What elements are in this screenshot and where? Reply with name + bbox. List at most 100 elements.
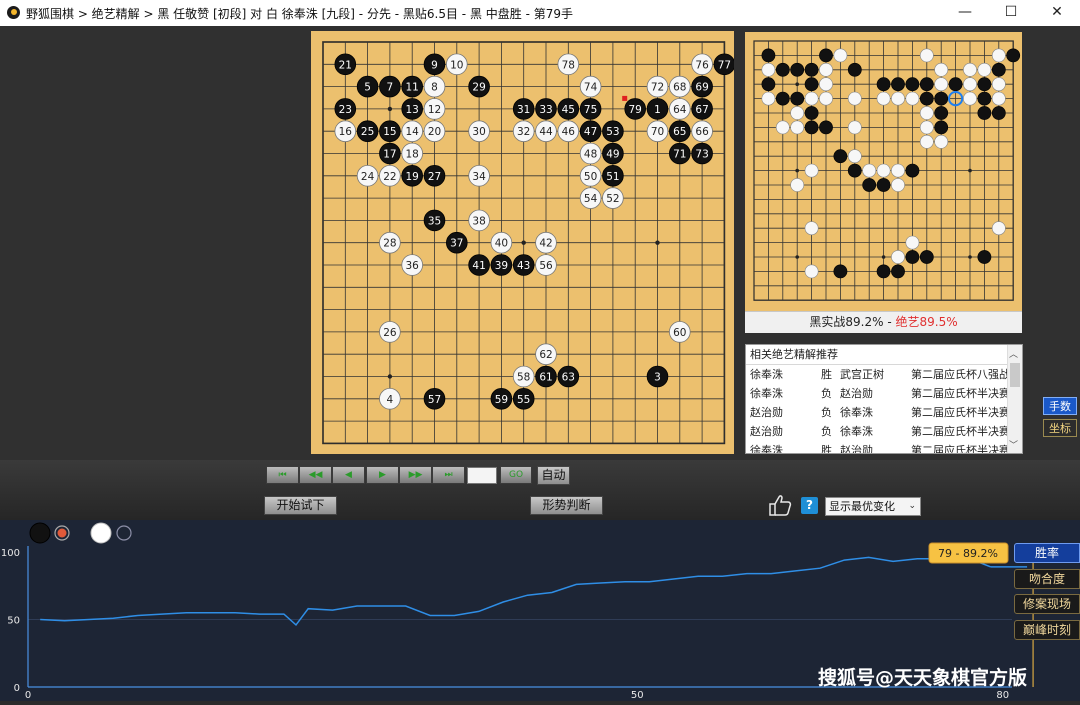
move-number: 13 [406, 104, 419, 116]
go-button[interactable]: GO [500, 466, 532, 484]
move-number: 77 [718, 59, 731, 71]
move-number: 62 [539, 349, 552, 361]
black-stone [876, 77, 891, 92]
white-stone [977, 62, 992, 77]
first-move-button[interactable]: ⏮ [266, 466, 299, 484]
chevron-down-icon[interactable]: ﹀ [1009, 438, 1018, 451]
black-stone [804, 120, 819, 135]
move-number: 26 [383, 327, 397, 339]
player-one: 徐奉洙 [750, 368, 783, 381]
tab-peak-moment[interactable]: 巅峰时刻 [1014, 620, 1080, 640]
black-stone [862, 178, 877, 192]
coordinates-toggle[interactable]: 坐标 [1043, 419, 1077, 437]
move-numbers-toggle[interactable]: 手数 [1043, 397, 1077, 415]
player-two: 徐奉洙 [840, 425, 873, 438]
black-stone [977, 91, 992, 106]
move-number: 36 [406, 260, 420, 272]
move-number: 19 [406, 171, 419, 183]
move-number: 79 [629, 104, 642, 116]
move-number: 57 [428, 394, 441, 406]
list-item[interactable]: 徐奉洙 负 赵治勋 第二届应氏杯半决赛 [746, 384, 1022, 403]
white-stone [804, 91, 819, 106]
close-button[interactable]: ✕ [1034, 0, 1080, 26]
star-point [795, 82, 799, 86]
black-stone [934, 106, 949, 120]
game-result: 负 [821, 425, 832, 438]
black-stone [919, 91, 934, 106]
move-number: 1 [654, 104, 661, 116]
black-stone [891, 264, 905, 279]
black-stone [919, 77, 934, 92]
list-item[interactable]: 赵治勋 负 徐奉洙 第二届应氏杯半决赛 [746, 403, 1022, 422]
black-stone [905, 77, 920, 92]
black-stone [819, 48, 833, 63]
black-stone [847, 62, 862, 77]
back-button[interactable]: ◀ [332, 466, 365, 484]
move-number-input[interactable] [467, 467, 497, 484]
title-bar: 野狐围棋 > 绝艺精解 > 黑 任敬赞 [初段] 对 白 徐奉洙 [九段] - … [0, 0, 1080, 27]
tab-turning-point[interactable]: 修案现场 [1014, 594, 1080, 614]
black-stone [804, 106, 819, 120]
black-stone [1006, 48, 1021, 63]
black-stone [991, 62, 1006, 77]
game-result: 胜 [821, 444, 832, 454]
forward-ten-button[interactable]: ▶▶ [399, 466, 432, 484]
list-scrollbar[interactable]: ︿ ﹀ [1007, 345, 1022, 453]
auto-play-button[interactable]: 自动 [537, 466, 570, 485]
scrollbar-thumb[interactable] [1010, 363, 1020, 387]
white-stone [934, 134, 949, 149]
variation-dropdown[interactable]: 显示最优变化 ⌄ [825, 497, 921, 516]
thumbs-up-icon[interactable] [768, 494, 792, 516]
maximize-button[interactable]: ☐ [988, 0, 1034, 26]
chevron-up-icon[interactable]: ︿ [1009, 347, 1018, 360]
help-icon[interactable]: ? [801, 497, 818, 514]
tab-match-rate[interactable]: 吻合度 [1014, 569, 1080, 589]
move-number: 70 [651, 126, 664, 138]
white-stone [891, 91, 905, 106]
black-stone [977, 77, 992, 92]
recommendation-header: 相关绝艺精解推荐 [746, 345, 1022, 365]
list-item[interactable]: 徐奉洙 胜 赵治勋 第二届应氏杯半决赛 [746, 441, 1022, 454]
game-result: 负 [821, 387, 832, 400]
ai-analysis-board [745, 32, 1022, 311]
go-board-canvas[interactable]: 21 9 10 78 76 775 7 11 8 29 74 72 68 6923 13 12 31 33 45 75… [311, 31, 736, 454]
black-stone [876, 264, 891, 279]
star-point [795, 255, 799, 259]
move-number: 30 [472, 126, 485, 138]
x-tick-label: 50 [631, 690, 644, 701]
move-number: 12 [428, 104, 441, 116]
forward-button[interactable]: ▶ [366, 466, 399, 484]
watermark: 搜狐号@天天象棋官方版 [818, 667, 1028, 689]
event-name: 第二届应氏杯半决赛 [911, 406, 1010, 419]
black-stone [833, 149, 848, 164]
move-number: 40 [495, 238, 508, 250]
move-number: 22 [383, 171, 396, 183]
move-number: 17 [383, 149, 396, 161]
black-stone [804, 77, 819, 92]
list-item[interactable]: 赵治勋 负 徐奉洙 第二届应氏杯半决赛 [746, 422, 1022, 441]
chevron-down-icon: ⌄ [908, 501, 916, 511]
move-number: 28 [383, 238, 396, 250]
go-board[interactable]: 21 9 10 78 76 77 5 7 11 8 29 74 72 68 69 23 13 12 31 33 45 75… [311, 31, 736, 454]
move-number: 56 [539, 260, 553, 272]
white-stone [991, 91, 1006, 106]
white-stone [963, 62, 977, 77]
start-trial-button[interactable]: 开始试下 [264, 496, 337, 515]
white-stone [819, 62, 833, 77]
white-stone [919, 134, 934, 149]
list-item[interactable]: 徐奉洙 胜 武宫正树 第二届应氏杯八强战 [746, 365, 1022, 384]
app-logo-icon [7, 6, 20, 19]
tab-winrate[interactable]: 胜率 [1014, 543, 1080, 563]
event-name: 第二届应氏杯半决赛 [911, 387, 1010, 400]
minimize-button[interactable]: — [942, 0, 988, 26]
ai-board-canvas [753, 40, 1021, 301]
black-stone [819, 120, 833, 135]
back-ten-button[interactable]: ◀◀ [299, 466, 332, 484]
white-stone [847, 91, 862, 106]
move-number: 42 [539, 238, 552, 250]
white-stone [819, 77, 833, 92]
last-move-button[interactable]: ⏭ [432, 466, 465, 484]
move-number: 10 [450, 59, 463, 71]
star-point [968, 168, 972, 173]
situation-judge-button[interactable]: 形势判断 [530, 496, 603, 515]
